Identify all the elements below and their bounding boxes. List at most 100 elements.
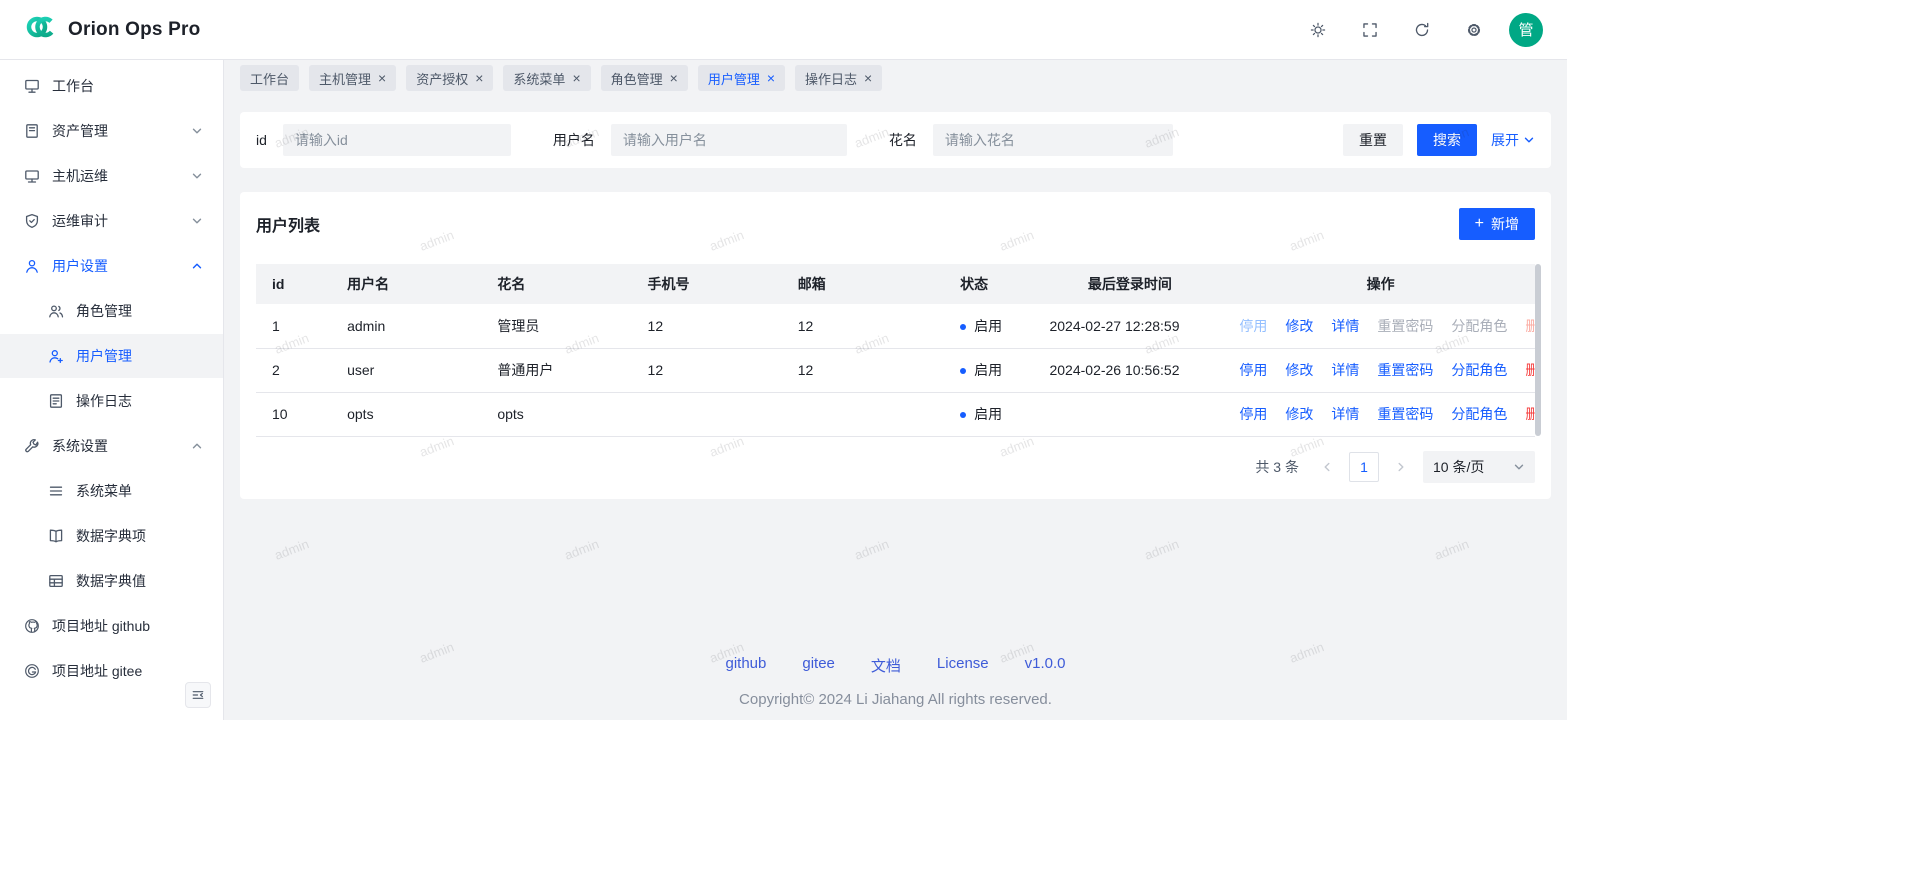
- sidebar-item-role-management[interactable]: 角色管理: [0, 289, 223, 333]
- tab-workbench[interactable]: 工作台: [240, 65, 299, 91]
- cell-actions: 停用 修改 详情 重置密码 分配角色 删除: [1226, 348, 1535, 392]
- status-dot: [960, 368, 966, 374]
- fullscreen-button[interactable]: [1353, 13, 1387, 47]
- system-icon: [24, 438, 40, 454]
- status-text: 启用: [974, 318, 1002, 334]
- theme-icon: [1310, 22, 1326, 38]
- tab-close-icon[interactable]: ×: [572, 71, 580, 85]
- sidebar-item-label: 系统菜单: [76, 481, 132, 501]
- search-input-nickname[interactable]: [933, 124, 1173, 156]
- table-card: 用户列表 + 新增 id用户名花名手机号邮箱状态最后登录时间操作 1admin管…: [240, 192, 1551, 499]
- footer-link-2[interactable]: 文档: [871, 655, 901, 676]
- cell-nickname: 普通用户: [481, 348, 631, 392]
- reset-password-action[interactable]: 重置密码: [1377, 406, 1433, 422]
- reset-password-action[interactable]: 重置密码: [1377, 362, 1433, 378]
- disable-action[interactable]: 停用: [1239, 362, 1267, 378]
- pagination-page-1[interactable]: 1: [1349, 452, 1379, 482]
- search-input-id[interactable]: [283, 124, 511, 156]
- chevron-down-icon: [191, 125, 203, 137]
- status-dot: [960, 412, 966, 418]
- edit-action[interactable]: 修改: [1285, 318, 1313, 334]
- page-size-select[interactable]: 10 条/页: [1423, 451, 1535, 483]
- delete-action[interactable]: 删除: [1525, 406, 1535, 422]
- add-user-button[interactable]: + 新增: [1459, 208, 1535, 240]
- tab-close-icon[interactable]: ×: [378, 71, 386, 85]
- expand-button[interactable]: 展开: [1491, 130, 1535, 150]
- assign-role-action[interactable]: 分配角色: [1451, 318, 1507, 334]
- footer-link-3[interactable]: License: [937, 655, 989, 676]
- pagination-next-button[interactable]: [1389, 455, 1413, 479]
- sidebar-item-label: 项目地址 github: [52, 616, 150, 636]
- footer-link-4[interactable]: v1.0.0: [1025, 655, 1066, 676]
- status-dot: [960, 324, 966, 330]
- sidebar-item-label: 工作台: [52, 76, 94, 96]
- column-header-7: 操作: [1226, 264, 1535, 304]
- sidebar-item-operation-log[interactable]: 操作日志: [0, 379, 223, 423]
- detail-action[interactable]: 详情: [1331, 406, 1359, 422]
- detail-action[interactable]: 详情: [1331, 318, 1359, 334]
- settings-button[interactable]: [1457, 13, 1491, 47]
- theme-button[interactable]: [1301, 13, 1335, 47]
- table-title: 用户列表: [256, 212, 320, 236]
- pagination-prev-button[interactable]: [1315, 455, 1339, 479]
- reset-button[interactable]: 重置: [1343, 124, 1403, 156]
- tab-close-icon[interactable]: ×: [475, 71, 483, 85]
- sidebar-item-user-settings[interactable]: 用户设置: [0, 244, 223, 288]
- reset-password-action[interactable]: 重置密码: [1377, 318, 1433, 334]
- cell-nickname: 管理员: [481, 304, 631, 348]
- sidebar-item-asset-management[interactable]: 资产管理: [0, 109, 223, 153]
- tab-role-management[interactable]: 角色管理×: [601, 65, 688, 91]
- sidebar-item-ops-audit[interactable]: 运维审计: [0, 199, 223, 243]
- assign-role-action[interactable]: 分配角色: [1451, 406, 1507, 422]
- footer-link-1[interactable]: gitee: [802, 655, 835, 676]
- chevron-down-icon: [1513, 461, 1525, 473]
- field-label: id: [256, 132, 267, 148]
- assets-icon: [24, 123, 40, 139]
- column-header-2: 花名: [481, 264, 631, 304]
- tab-close-icon[interactable]: ×: [670, 71, 678, 85]
- app-title: Orion Ops Pro: [68, 19, 200, 41]
- disable-action[interactable]: 停用: [1239, 406, 1267, 422]
- sidebar-item-user-management[interactable]: 用户管理: [0, 334, 223, 378]
- user-avatar[interactable]: 管: [1509, 13, 1543, 47]
- disable-action[interactable]: 停用: [1239, 318, 1267, 334]
- search-actions: 重置 搜索 展开: [1343, 124, 1535, 156]
- search-card: id用户名花名 重置 搜索 展开: [240, 112, 1551, 168]
- tab-close-icon[interactable]: ×: [767, 71, 775, 85]
- table-body: 1admin管理员1212启用2024-02-27 12:28:59停用修改详情…: [256, 304, 1535, 436]
- user-manage-icon: [48, 348, 64, 364]
- assign-role-action[interactable]: 分配角色: [1451, 362, 1507, 378]
- cell-phone: 12: [632, 304, 782, 348]
- tab-host-management[interactable]: 主机管理×: [309, 65, 396, 91]
- column-header-6: 最后登录时间: [1033, 264, 1226, 304]
- tab-close-icon[interactable]: ×: [864, 71, 872, 85]
- delete-action[interactable]: 删除: [1525, 362, 1535, 378]
- detail-action[interactable]: 详情: [1331, 362, 1359, 378]
- search-button[interactable]: 搜索: [1417, 124, 1477, 156]
- edit-action[interactable]: 修改: [1285, 406, 1313, 422]
- search-input-username[interactable]: [611, 124, 847, 156]
- refresh-button[interactable]: [1405, 13, 1439, 47]
- cell-nickname: opts: [481, 392, 631, 436]
- sidebar-collapse-button[interactable]: [185, 682, 211, 708]
- sidebar-item-project-github[interactable]: 项目地址 github: [0, 604, 223, 648]
- delete-action[interactable]: 删除: [1525, 318, 1535, 334]
- table-scrollbar[interactable]: [1535, 264, 1541, 436]
- sidebar-item-dict-item[interactable]: 数据字典项: [0, 514, 223, 558]
- sidebar-item-workbench[interactable]: 工作台: [0, 64, 223, 108]
- tab-operation-log[interactable]: 操作日志 ×: [795, 65, 882, 91]
- footer-link-0[interactable]: github: [726, 655, 767, 676]
- tab-asset-auth[interactable]: 资产授权×: [406, 65, 493, 91]
- edit-action[interactable]: 修改: [1285, 362, 1313, 378]
- tab-user-management[interactable]: 用户管理×: [698, 65, 785, 91]
- tab-system-menu[interactable]: 系统菜单×: [503, 65, 590, 91]
- sidebar-menu: 工作台资产管理主机运维运维审计用户设置角色管理用户管理操作日志系统设置系统菜单数…: [0, 64, 223, 693]
- status-text: 启用: [974, 406, 1002, 422]
- sidebar-item-system-menu[interactable]: 系统菜单: [0, 469, 223, 513]
- sidebar-item-system-settings[interactable]: 系统设置: [0, 424, 223, 468]
- tab-label: 操作日志: [805, 69, 857, 88]
- logo-icon: [24, 10, 58, 49]
- sidebar-item-dict-value[interactable]: 数据字典值: [0, 559, 223, 603]
- sidebar-item-host-ops[interactable]: 主机运维: [0, 154, 223, 198]
- fullscreen-icon: [1362, 22, 1378, 38]
